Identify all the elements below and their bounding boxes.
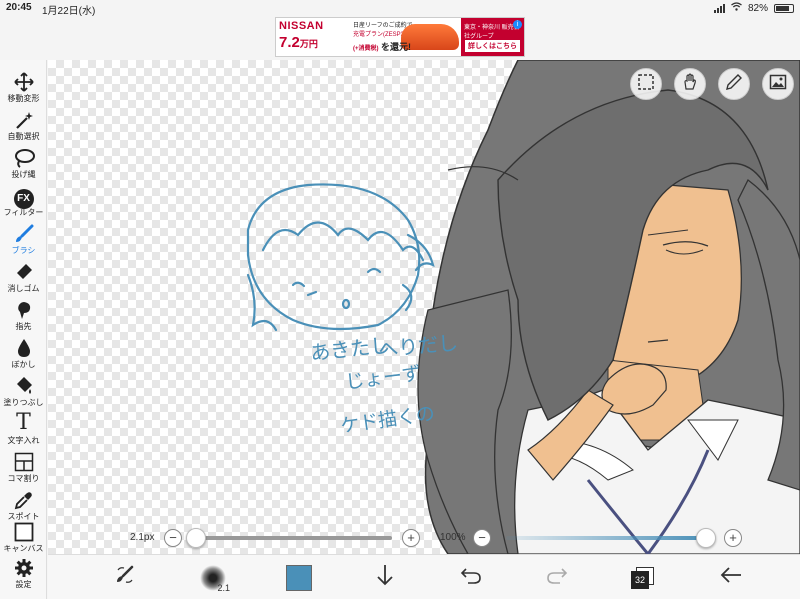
tool-move-transform[interactable]: 移動変形: [0, 70, 47, 108]
tool-brush[interactable]: ブラシ: [0, 222, 47, 260]
tool-label: 塗りつぶし: [3, 398, 44, 407]
tool-label: 指先: [15, 322, 32, 331]
ad-tag: を還元!: [381, 42, 412, 52]
brush-size-preview-label: 2.1: [217, 583, 230, 593]
settings-gear-icon: [0, 556, 47, 578]
tool-label: 投げ縄: [11, 170, 36, 179]
ad-banner[interactable]: NISSAN 7.2万円 日産リーフのご成約で 充電プラン(ZESP3)ご加入時…: [275, 17, 525, 57]
tool-label: 消しゴム: [7, 284, 40, 293]
brush-icon: [0, 222, 47, 244]
eraser-icon: [0, 260, 47, 282]
slider-bar: 2.1px − + 100% − +: [48, 526, 800, 550]
tool-label: 移動変形: [7, 94, 40, 103]
tool-label: コマ割り: [7, 474, 40, 483]
text-icon: T: [16, 410, 31, 435]
brush-preview-button[interactable]: 2.1: [198, 563, 230, 593]
dashed-selection-icon: [637, 73, 655, 96]
brush-size-minus-button[interactable]: −: [164, 529, 182, 547]
selection-toggle-button[interactable]: [630, 68, 662, 100]
tool-lasso[interactable]: 投げ縄: [0, 146, 47, 184]
undo-button[interactable]: [456, 563, 486, 593]
status-date: 1月22日(水): [42, 6, 96, 17]
undo-icon: [460, 565, 482, 591]
tool-frame-divide[interactable]: コマ割り: [0, 450, 47, 488]
redo-icon: [546, 565, 568, 591]
ad-brand: NISSAN: [279, 20, 324, 32]
ad-price: 7.2: [279, 34, 300, 51]
brush-size-plus-button[interactable]: +: [402, 529, 420, 547]
canvas-icon: [0, 520, 47, 542]
opacity-slider[interactable]: [506, 536, 706, 540]
opacity-slider-knob[interactable]: [696, 528, 716, 548]
tool-label: 設定: [15, 580, 32, 589]
brush-size-value: 2.1px: [130, 532, 155, 543]
battery-percent: 82%: [747, 2, 768, 14]
lasso-icon: [0, 146, 47, 169]
redo-button[interactable]: [542, 563, 572, 593]
battery-icon: [774, 3, 794, 13]
ad-tax: (+消費税): [353, 46, 379, 52]
tool-text[interactable]: T 文字入れ: [0, 412, 47, 450]
pencil-icon: [725, 73, 743, 96]
ad-price-unit: 万円: [299, 39, 318, 49]
drawing-canvas[interactable]: あきたし へりだし じょーず ケド描くの: [48, 60, 800, 554]
smudge-icon: [0, 298, 47, 320]
tool-smudge[interactable]: 指先: [0, 298, 47, 336]
tool-canvas[interactable]: キャンバス: [0, 520, 47, 558]
tool-magic-wand[interactable]: 自動選択: [0, 108, 47, 146]
tool-fill[interactable]: 塗りつぶし: [0, 374, 47, 412]
layer-count: 32: [631, 571, 649, 589]
eyedropper-icon: [0, 488, 47, 510]
wifi-icon: [731, 2, 742, 14]
layers-icon: 32: [631, 567, 655, 589]
tool-label: フィルター: [3, 208, 44, 217]
opacity-value: 100%: [440, 532, 466, 543]
chibi-sketch: [246, 183, 435, 332]
blur-drop-icon: [0, 336, 47, 358]
hand-scroll-button[interactable]: [674, 68, 706, 100]
current-color-swatch: [286, 565, 312, 591]
move-transform-icon: [0, 70, 47, 92]
ad-info-icon[interactable]: i: [513, 20, 522, 29]
bottom-toolbar: 2.1 32: [48, 554, 800, 599]
ad-cta-button[interactable]: 詳しくはこちら: [465, 40, 520, 52]
brush-size-slider-knob[interactable]: [186, 528, 206, 548]
tool-eraser[interactable]: 消しゴム: [0, 260, 47, 298]
arrow-down-icon: [376, 564, 394, 592]
tool-label: キャンバス: [3, 544, 44, 553]
brush-size-slider[interactable]: [196, 536, 392, 540]
artwork: [246, 60, 800, 554]
tool-blur[interactable]: ぼかし: [0, 336, 47, 374]
cellular-signal-icon: [713, 3, 725, 13]
image-icon: [769, 73, 787, 96]
tool-label: 文字入れ: [7, 436, 40, 445]
back-button[interactable]: [716, 563, 746, 593]
opacity-minus-button[interactable]: −: [473, 529, 491, 547]
header-bar: NISSAN 7.2万円 日産リーフのご成約で 充電プラン(ZESP3)ご加入時…: [0, 16, 800, 60]
tool-label: 自動選択: [7, 132, 40, 141]
fx-icon: FX: [13, 189, 34, 209]
arrow-left-icon: [720, 566, 742, 590]
hand-icon: [681, 72, 699, 96]
status-bar: 20:45 1月22日(水) 82%: [0, 0, 800, 17]
layers-button[interactable]: 32: [628, 563, 658, 593]
tool-palette: 移動変形 自動選択 投げ縄 FX フィルター ブラシ 消しゴム 指先 ぼかし 塗…: [0, 60, 47, 599]
brush-swap-icon: [114, 564, 136, 592]
pen-mode-button[interactable]: [718, 68, 750, 100]
frame-divide-icon: [0, 450, 47, 472]
magic-wand-icon: [0, 108, 47, 130]
download-button[interactable]: [370, 563, 400, 593]
swap-brush-button[interactable]: [110, 563, 140, 593]
tool-label: ぼかし: [11, 360, 36, 369]
tool-label: ブラシ: [11, 246, 36, 255]
opacity-plus-button[interactable]: +: [724, 529, 742, 547]
fill-bucket-icon: [0, 374, 47, 396]
tool-filter[interactable]: FX フィルター: [0, 184, 47, 222]
color-picker-button[interactable]: [284, 563, 314, 593]
status-time: 20:45: [6, 2, 32, 13]
material-button[interactable]: [762, 68, 794, 100]
tool-settings[interactable]: 設定: [0, 556, 47, 594]
